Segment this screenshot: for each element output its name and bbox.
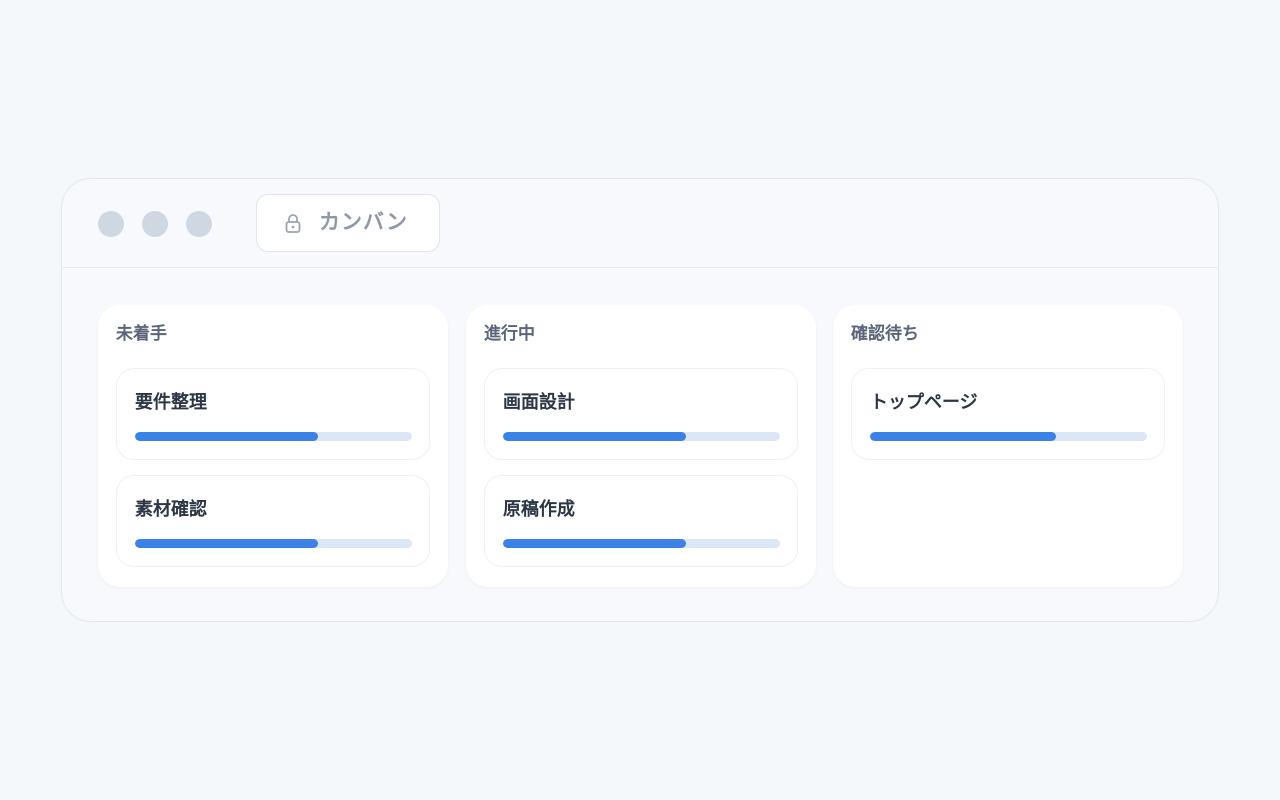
title-bar: カンバン bbox=[62, 179, 1218, 268]
progress-fill bbox=[135, 539, 318, 548]
column-title: 確認待ち bbox=[851, 324, 919, 344]
column-title: 進行中 bbox=[484, 324, 535, 344]
window-maximize-button[interactable] bbox=[186, 211, 212, 237]
progress-bar bbox=[870, 432, 1147, 441]
address-bar[interactable]: カンバン bbox=[256, 194, 440, 252]
progress-bar bbox=[503, 432, 780, 441]
task-card[interactable]: 画面設計 bbox=[484, 368, 798, 460]
task-title: トップページ bbox=[870, 392, 978, 413]
task-card[interactable]: 要件整理 bbox=[116, 368, 430, 460]
progress-bar bbox=[135, 432, 412, 441]
task-title: 原稿作成 bbox=[503, 499, 575, 520]
column-in-progress: 進行中 画面設計 原稿作成 bbox=[466, 305, 816, 587]
window-minimize-button[interactable] bbox=[142, 211, 168, 237]
address-text: カンバン bbox=[319, 210, 409, 234]
lock-icon bbox=[285, 213, 301, 233]
progress-bar bbox=[503, 539, 780, 548]
progress-fill bbox=[503, 539, 686, 548]
task-card[interactable]: 素材確認 bbox=[116, 475, 430, 567]
task-title: 要件整理 bbox=[135, 392, 207, 413]
task-title: 画面設計 bbox=[503, 392, 575, 413]
task-card[interactable]: トップページ bbox=[851, 368, 1165, 460]
window-close-button[interactable] bbox=[98, 211, 124, 237]
column-title: 未着手 bbox=[116, 324, 167, 344]
progress-fill bbox=[503, 432, 686, 441]
progress-bar bbox=[135, 539, 412, 548]
task-card[interactable]: 原稿作成 bbox=[484, 475, 798, 567]
progress-fill bbox=[870, 432, 1056, 441]
column-todo: 未着手 要件整理 素材確認 bbox=[98, 305, 448, 587]
task-title: 素材確認 bbox=[135, 499, 207, 520]
browser-window: カンバン 未着手 要件整理 素材確認 進行中 画面設計 原稿作成 確認待ち トッ… bbox=[61, 178, 1219, 622]
progress-fill bbox=[135, 432, 318, 441]
column-review: 確認待ち トップページ bbox=[833, 305, 1183, 587]
